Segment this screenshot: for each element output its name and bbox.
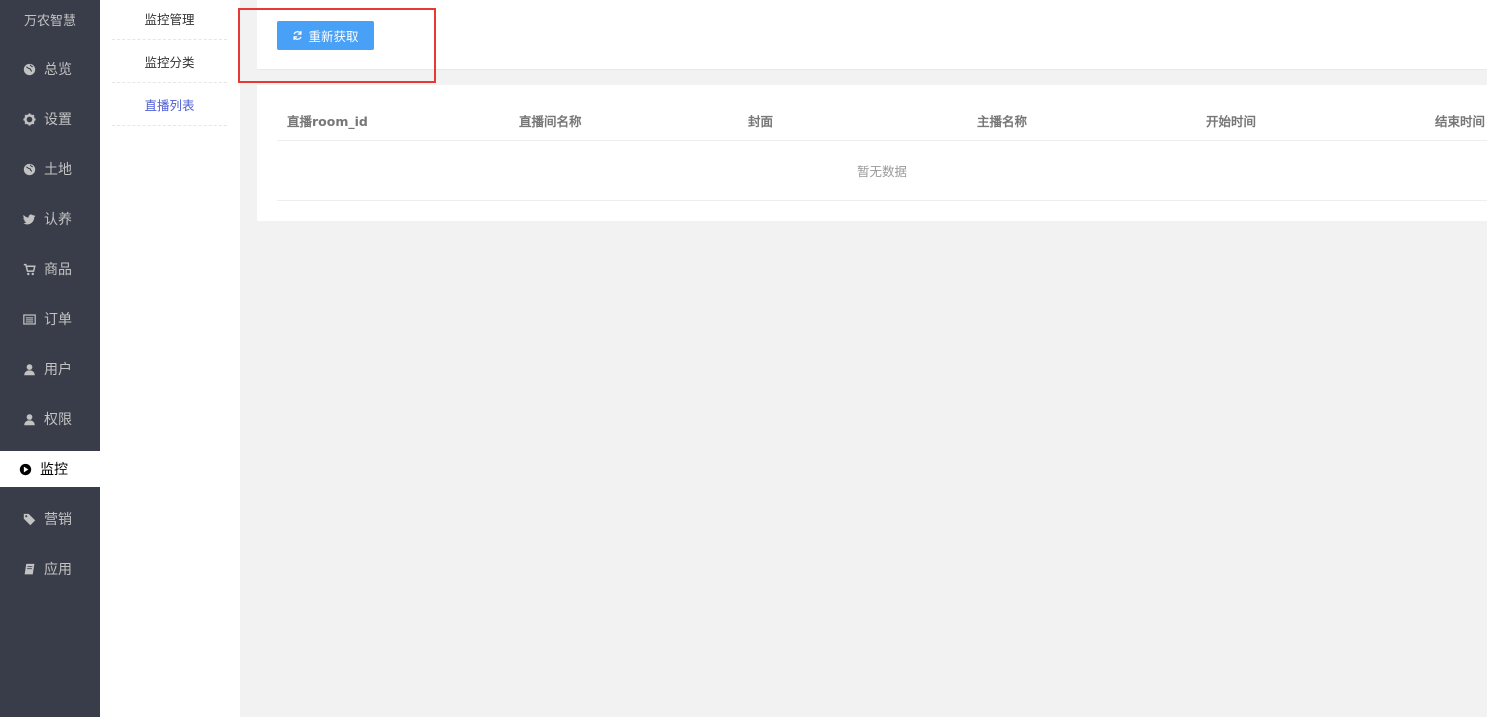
column-header-room-id[interactable]: 直播room_id bbox=[287, 103, 368, 141]
sidebar-item-land[interactable]: 土地 bbox=[0, 151, 100, 187]
column-header-start-time[interactable]: 开始时间 bbox=[1206, 103, 1256, 141]
brand-logo-text: 万农智慧 bbox=[23, 14, 76, 29]
sidebar-item-label: 商品 bbox=[44, 262, 72, 278]
globe-icon bbox=[22, 62, 36, 76]
sidebar-item-orders[interactable]: 订单 bbox=[0, 301, 100, 337]
sidebar-item-label: 应用 bbox=[44, 562, 72, 578]
sidebar-item-label: 土地 bbox=[44, 162, 72, 178]
subnav-item-live-list[interactable]: 直播列表 bbox=[112, 83, 227, 126]
sidebar-item-label: 订单 bbox=[44, 312, 72, 328]
sidebar-item-label: 权限 bbox=[44, 412, 72, 428]
subnav-item-monitor-category[interactable]: 监控分类 bbox=[112, 40, 227, 83]
column-header-cover[interactable]: 封面 bbox=[748, 103, 773, 141]
user-icon bbox=[22, 362, 36, 376]
sidebar-item-apps[interactable]: 应用 bbox=[0, 551, 100, 587]
table-header: 直播room_id 直播间名称 封面 主播名称 开始时间 结束时间 bbox=[277, 103, 1487, 141]
book-icon bbox=[22, 562, 36, 576]
sidebar-item-permissions[interactable]: 权限 bbox=[0, 401, 100, 437]
cart-icon bbox=[22, 262, 36, 276]
sidebar-item-marketing[interactable]: 营销 bbox=[0, 501, 100, 537]
sidebar-item-overview[interactable]: 总览 bbox=[0, 51, 100, 87]
user-icon bbox=[22, 412, 36, 426]
sidebar-item-adopt[interactable]: 认养 bbox=[0, 201, 100, 237]
toolbar-card bbox=[257, 0, 1487, 70]
sidebar-item-users[interactable]: 用户 bbox=[0, 351, 100, 387]
table-empty-state: 暂无数据 bbox=[277, 141, 1487, 201]
subnav-item-monitor-manage[interactable]: 监控管理 bbox=[112, 0, 227, 40]
refresh-icon bbox=[293, 31, 303, 40]
globe-icon bbox=[22, 162, 36, 176]
play-circle-icon bbox=[18, 462, 32, 476]
sidebar-item-label: 设置 bbox=[44, 112, 72, 128]
sub-navigation: 监控管理 监控分类 直播列表 bbox=[100, 0, 240, 717]
sidebar-item-label: 营销 bbox=[44, 512, 72, 528]
refresh-button[interactable]: 重新获取 bbox=[277, 21, 374, 50]
sidebar-item-label: 监控 bbox=[40, 462, 68, 478]
sidebar-item-label: 认养 bbox=[44, 212, 72, 228]
sidebar-item-label: 总览 bbox=[44, 62, 72, 78]
column-header-anchor-name[interactable]: 主播名称 bbox=[977, 103, 1027, 141]
column-header-room-name[interactable]: 直播间名称 bbox=[519, 103, 582, 141]
list-icon bbox=[22, 312, 36, 326]
tags-icon bbox=[22, 512, 36, 526]
gear-icon bbox=[22, 112, 36, 126]
sidebar-item-label: 用户 bbox=[44, 362, 72, 378]
sidebar-item-monitor[interactable]: 监控 bbox=[0, 451, 100, 487]
sidebar-item-settings[interactable]: 设置 bbox=[0, 101, 100, 137]
bird-icon bbox=[22, 212, 36, 226]
refresh-button-label: 重新获取 bbox=[308, 29, 359, 44]
sidebar: 万农智慧 总览 设置 土地 认养 商品 订单 用户 权限 监控 营销 应用 bbox=[0, 0, 100, 717]
column-header-end-time[interactable]: 结束时间 bbox=[1435, 103, 1485, 141]
sidebar-item-goods[interactable]: 商品 bbox=[0, 251, 100, 287]
